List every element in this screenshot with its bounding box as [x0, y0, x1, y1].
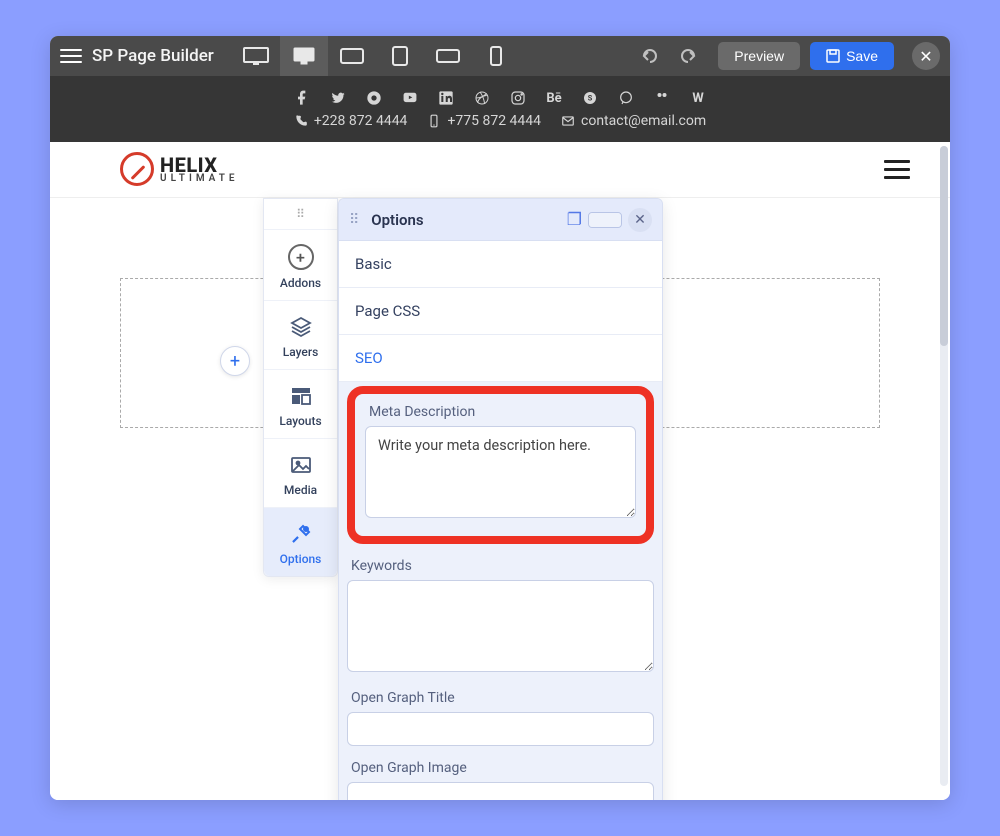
section-seo[interactable]: SEO — [339, 335, 662, 382]
social-icons-row: Bē S W — [293, 89, 707, 107]
save-button[interactable]: Save — [810, 42, 894, 70]
options-panel-header: ⠿ Options ❐ ✕ — [339, 199, 662, 241]
site-header: HELIX ULTIMATE — [50, 142, 950, 198]
builder-canvas: + ⠿ + Addons Layers Layouts Med — [50, 198, 950, 800]
undo-redo-group — [640, 48, 698, 64]
vk-icon[interactable]: W — [689, 89, 707, 107]
save-icon — [826, 49, 840, 63]
og-image-input[interactable] — [347, 782, 654, 800]
svg-text:S: S — [588, 94, 593, 103]
meta-description-highlight: Meta Description — [347, 386, 654, 544]
pinterest-icon[interactable] — [365, 89, 383, 107]
rail-media[interactable]: Media — [264, 439, 337, 508]
redo-icon[interactable] — [678, 48, 698, 64]
plus-circle-icon: + — [288, 244, 314, 270]
layouts-icon — [289, 384, 313, 408]
device-desktop-wide-icon[interactable] — [232, 36, 280, 76]
twitter-icon[interactable] — [329, 89, 347, 107]
site-menu-button[interactable] — [884, 160, 910, 179]
phone-icon — [294, 114, 308, 128]
instagram-icon[interactable] — [509, 89, 527, 107]
rail-drag-handle[interactable]: ⠿ — [264, 199, 337, 230]
brand-logo-icon — [120, 152, 154, 186]
meta-description-input[interactable] — [365, 426, 636, 518]
meta-description-label: Meta Description — [369, 404, 632, 420]
behance-icon[interactable]: Bē — [545, 89, 563, 107]
mobile-icon — [427, 114, 441, 128]
keywords-label: Keywords — [351, 558, 650, 574]
rail-addons[interactable]: + Addons — [264, 230, 337, 301]
top-toolbar: SP Page Builder Preview Save ✕ — [50, 36, 950, 76]
panel-title: Options — [371, 211, 423, 229]
contact-phone-2: +775 872 4444 — [427, 113, 541, 129]
tools-icon — [289, 522, 313, 546]
rail-layouts[interactable]: Layouts — [264, 370, 337, 439]
panel-drag-handle[interactable]: ⠿ — [349, 212, 361, 228]
options-panel: ⠿ Options ❐ ✕ Basic Page CSS SEO Meta De… — [338, 198, 663, 800]
device-phone-portrait-icon[interactable] — [472, 36, 520, 76]
section-basic[interactable]: Basic — [339, 241, 662, 288]
page-canvas-area: HELIX ULTIMATE + ⠿ + Addons Layers — [50, 142, 950, 800]
rail-options[interactable]: Options — [264, 508, 337, 576]
section-page-css[interactable]: Page CSS — [339, 288, 662, 335]
dribbble-icon[interactable] — [473, 89, 491, 107]
whatsapp-icon[interactable] — [617, 89, 635, 107]
app-title: SP Page Builder — [92, 46, 214, 66]
save-button-label: Save — [846, 48, 878, 64]
youtube-icon[interactable] — [401, 89, 419, 107]
contact-email: contact@email.com — [561, 113, 706, 129]
window-scrollbar[interactable] — [940, 146, 948, 786]
linkedin-icon[interactable] — [437, 89, 455, 107]
facebook-icon[interactable] — [293, 89, 311, 107]
skype-icon[interactable]: S — [581, 89, 599, 107]
device-phone-landscape-icon[interactable] — [424, 36, 472, 76]
brand-logo-block[interactable]: HELIX ULTIMATE — [120, 152, 239, 186]
layers-icon — [289, 315, 313, 339]
flickr-icon[interactable] — [653, 89, 671, 107]
keywords-input[interactable] — [347, 580, 654, 672]
rail-layers[interactable]: Layers — [264, 301, 337, 370]
panel-layout-toggle[interactable] — [588, 212, 622, 228]
device-preview-group — [232, 36, 520, 76]
device-tablet-portrait-icon[interactable] — [376, 36, 424, 76]
close-builder-button[interactable]: ✕ — [912, 42, 940, 70]
options-panel-body[interactable]: Basic Page CSS SEO Meta Description Keyw… — [339, 241, 662, 800]
preview-button[interactable]: Preview — [718, 42, 800, 70]
menu-toggle-button[interactable] — [60, 49, 82, 63]
og-title-input[interactable] — [347, 712, 654, 746]
panel-close-button[interactable]: ✕ — [628, 208, 652, 232]
panel-dock-icon[interactable]: ❐ — [567, 210, 582, 230]
contact-phone-1: +228 872 4444 — [294, 113, 408, 129]
email-icon — [561, 114, 575, 128]
side-tool-rail: ⠿ + Addons Layers Layouts Media — [263, 198, 338, 577]
social-contact-bar: Bē S W +228 872 4444 +775 872 4444 conta… — [50, 76, 950, 142]
device-desktop-icon[interactable] — [280, 36, 328, 76]
seo-section-body: Meta Description Keywords Open Graph Tit… — [339, 382, 662, 800]
add-section-button[interactable]: + — [220, 346, 250, 376]
app-window: SP Page Builder Preview Save ✕ — [50, 36, 950, 800]
og-image-label: Open Graph Image — [351, 760, 650, 776]
og-title-label: Open Graph Title — [351, 690, 650, 706]
device-tablet-landscape-icon[interactable] — [328, 36, 376, 76]
scrollbar-thumb[interactable] — [940, 146, 948, 346]
contact-row: +228 872 4444 +775 872 4444 contact@emai… — [294, 113, 706, 129]
brand-text: HELIX ULTIMATE — [160, 156, 239, 183]
media-icon — [289, 453, 313, 477]
undo-icon[interactable] — [640, 48, 660, 64]
